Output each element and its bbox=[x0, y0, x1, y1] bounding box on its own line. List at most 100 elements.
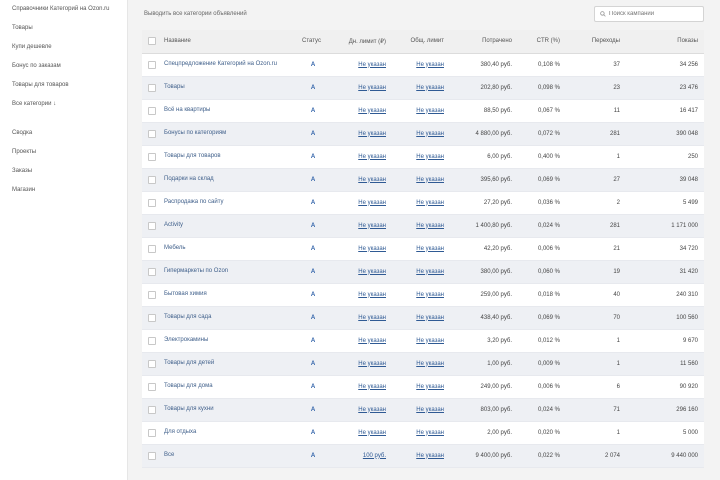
daily-limit-cell[interactable]: Не указан bbox=[330, 375, 392, 399]
sidebar-item[interactable]: Все категории ↓ bbox=[12, 100, 127, 108]
campaign-name-link[interactable]: Товары для товаров bbox=[158, 145, 296, 169]
campaign-name-link[interactable]: Все bbox=[158, 444, 296, 468]
status-badge[interactable]: А bbox=[296, 398, 330, 422]
total-limit-cell[interactable]: Не указан bbox=[392, 168, 450, 192]
campaign-name-link[interactable]: Товары для детей bbox=[158, 352, 296, 376]
status-badge[interactable]: А bbox=[296, 145, 330, 169]
row-checkbox[interactable] bbox=[148, 336, 156, 345]
daily-limit-cell[interactable]: Не указан bbox=[330, 191, 392, 215]
status-badge[interactable]: А bbox=[296, 237, 330, 261]
daily-limit-cell[interactable]: Не указан bbox=[330, 260, 392, 284]
sidebar-item[interactable]: Товары для товаров bbox=[12, 81, 127, 89]
total-limit-cell[interactable]: Не указан bbox=[392, 53, 450, 77]
col-header-clicks[interactable]: Переходы bbox=[566, 30, 626, 54]
status-badge[interactable]: А bbox=[296, 99, 330, 123]
campaign-name-link[interactable]: Всё на квартиры bbox=[158, 99, 296, 123]
campaign-name-link[interactable]: Подарки на склад bbox=[158, 168, 296, 192]
status-badge[interactable]: А bbox=[296, 375, 330, 399]
row-checkbox[interactable] bbox=[148, 83, 156, 92]
daily-limit-cell[interactable]: Не указан bbox=[330, 306, 392, 330]
search-box[interactable] bbox=[594, 6, 704, 22]
total-limit-cell[interactable]: Не указан bbox=[392, 191, 450, 215]
status-badge[interactable]: А bbox=[296, 76, 330, 100]
status-badge[interactable]: А bbox=[296, 191, 330, 215]
campaign-name-link[interactable]: Товары bbox=[158, 76, 296, 100]
row-checkbox[interactable] bbox=[148, 313, 156, 322]
row-checkbox[interactable] bbox=[148, 106, 156, 115]
campaign-name-link[interactable]: Товары для дома bbox=[158, 375, 296, 399]
col-header-spent[interactable]: Потрачено bbox=[450, 30, 518, 54]
daily-limit-cell[interactable]: 100 руб. bbox=[330, 444, 392, 468]
status-badge[interactable]: А bbox=[296, 329, 330, 353]
total-limit-cell[interactable]: Не указан bbox=[392, 237, 450, 261]
status-badge[interactable]: А bbox=[296, 214, 330, 238]
col-header-status[interactable]: Статус bbox=[296, 30, 330, 54]
select-all-checkbox[interactable] bbox=[148, 37, 156, 46]
row-checkbox[interactable] bbox=[148, 244, 156, 253]
daily-limit-cell[interactable]: Не указан bbox=[330, 122, 392, 146]
campaign-name-link[interactable]: Распродажа по сайту bbox=[158, 191, 296, 215]
total-limit-cell[interactable]: Не указан bbox=[392, 214, 450, 238]
sidebar-item[interactable]: Справочники Категорий на Ozon.ru bbox=[12, 6, 120, 13]
sidebar-item[interactable]: Сводка bbox=[12, 129, 127, 137]
total-limit-cell[interactable]: Не указан bbox=[392, 122, 450, 146]
total-limit-cell[interactable]: Не указан bbox=[392, 76, 450, 100]
daily-limit-cell[interactable]: Не указан bbox=[330, 237, 392, 261]
row-checkbox[interactable] bbox=[148, 152, 156, 161]
status-badge[interactable]: А bbox=[296, 306, 330, 330]
status-badge[interactable]: А bbox=[296, 421, 330, 445]
daily-limit-cell[interactable]: Не указан bbox=[330, 283, 392, 307]
status-badge[interactable]: А bbox=[296, 260, 330, 284]
campaign-name-link[interactable]: Спецпредложение Категорий на Ozon.ru bbox=[158, 53, 296, 77]
row-checkbox[interactable] bbox=[148, 60, 156, 69]
status-badge[interactable]: А bbox=[296, 122, 330, 146]
filter-toggle-link[interactable]: Выводить все категории объявлений bbox=[144, 11, 247, 17]
status-badge[interactable]: А bbox=[296, 53, 330, 77]
total-limit-cell[interactable]: Не указан bbox=[392, 375, 450, 399]
sidebar-item[interactable]: Проекты bbox=[12, 148, 127, 156]
row-checkbox[interactable] bbox=[148, 359, 156, 368]
row-checkbox[interactable] bbox=[148, 382, 156, 391]
daily-limit-cell[interactable]: Не указан bbox=[330, 398, 392, 422]
sidebar-item[interactable]: Заказы bbox=[12, 167, 127, 175]
campaign-name-link[interactable]: Гипермаркеты по Ozon bbox=[158, 260, 296, 284]
campaign-name-link[interactable]: Товары для кухни bbox=[158, 398, 296, 422]
daily-limit-cell[interactable]: Не указан bbox=[330, 145, 392, 169]
daily-limit-cell[interactable]: Не указан bbox=[330, 76, 392, 100]
row-checkbox[interactable] bbox=[148, 198, 156, 207]
col-header-daily-limit[interactable]: Дн. лимит (₽) bbox=[330, 30, 392, 54]
daily-limit-cell[interactable]: Не указан bbox=[330, 329, 392, 353]
campaign-name-link[interactable]: Мебель bbox=[158, 237, 296, 261]
row-checkbox[interactable] bbox=[148, 129, 156, 138]
campaign-name-link[interactable]: Бытовая химия bbox=[158, 283, 296, 307]
col-header-name[interactable]: Название bbox=[158, 30, 296, 54]
row-checkbox[interactable] bbox=[148, 221, 156, 230]
col-header-total-limit[interactable]: Общ. лимит bbox=[392, 30, 450, 54]
daily-limit-cell[interactable]: Не указан bbox=[330, 421, 392, 445]
status-badge[interactable]: А bbox=[296, 352, 330, 376]
total-limit-cell[interactable]: Не указан bbox=[392, 283, 450, 307]
row-checkbox[interactable] bbox=[148, 290, 156, 299]
row-checkbox[interactable] bbox=[148, 405, 156, 414]
daily-limit-cell[interactable]: Не указан bbox=[330, 352, 392, 376]
status-badge[interactable]: А bbox=[296, 444, 330, 468]
status-badge[interactable]: А bbox=[296, 283, 330, 307]
total-limit-cell[interactable]: Не указан bbox=[392, 398, 450, 422]
total-limit-cell[interactable]: Не указан bbox=[392, 444, 450, 468]
status-badge[interactable]: А bbox=[296, 168, 330, 192]
row-checkbox[interactable] bbox=[148, 451, 156, 460]
campaign-name-link[interactable]: Для отдыха bbox=[158, 421, 296, 445]
campaign-name-link[interactable]: Товары для сада bbox=[158, 306, 296, 330]
daily-limit-cell[interactable]: Не указан bbox=[330, 168, 392, 192]
daily-limit-cell[interactable]: Не указан bbox=[330, 214, 392, 238]
daily-limit-cell[interactable]: Не указан bbox=[330, 99, 392, 123]
campaign-name-link[interactable]: Электрокамины bbox=[158, 329, 296, 353]
campaign-name-link[interactable]: Activity bbox=[158, 214, 296, 238]
sidebar-item[interactable]: Магазин bbox=[12, 186, 127, 194]
search-input[interactable] bbox=[609, 8, 701, 20]
sidebar-item[interactable]: Купи дешевле bbox=[12, 43, 127, 51]
total-limit-cell[interactable]: Не указан bbox=[392, 99, 450, 123]
campaign-name-link[interactable]: Бонусы по категориям bbox=[158, 122, 296, 146]
total-limit-cell[interactable]: Не указан bbox=[392, 329, 450, 353]
daily-limit-cell[interactable]: Не указан bbox=[330, 53, 392, 77]
